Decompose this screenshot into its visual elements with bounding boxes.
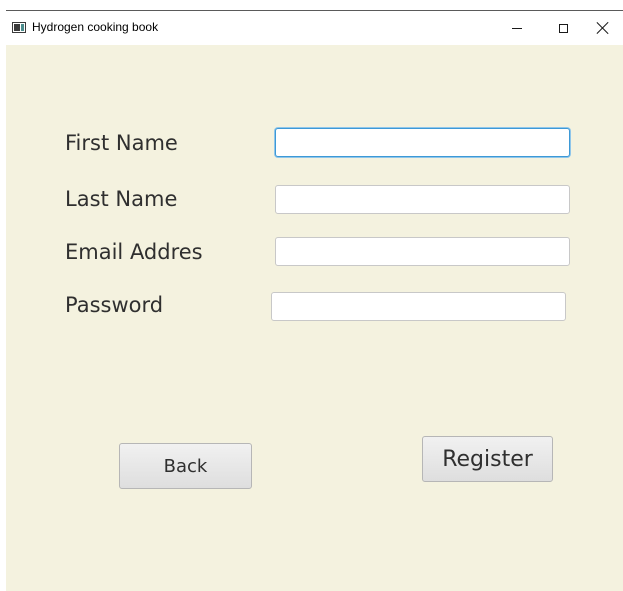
- window-title: Hydrogen cooking book: [32, 20, 159, 34]
- app-window: Hydrogen cooking book First Name Last Na…: [6, 10, 623, 591]
- back-button[interactable]: Back: [119, 443, 252, 489]
- minimize-button[interactable]: [494, 11, 540, 45]
- register-button[interactable]: Register: [422, 436, 553, 482]
- minimize-icon: [512, 27, 522, 29]
- password-field[interactable]: [271, 292, 566, 321]
- last-name-label: Last Name: [65, 187, 178, 211]
- email-label: Email Addres: [65, 240, 203, 264]
- email-field[interactable]: [275, 237, 570, 266]
- password-label: Password: [65, 293, 164, 317]
- last-name-field[interactable]: [275, 185, 570, 214]
- app-icon: [12, 22, 26, 33]
- registration-form: First Name Last Name Email Addres Passwo…: [6, 45, 623, 591]
- first-name-field[interactable]: [275, 128, 570, 157]
- title-bar[interactable]: Hydrogen cooking book: [6, 11, 623, 45]
- first-name-label: First Name: [65, 131, 178, 155]
- close-icon: [597, 22, 609, 34]
- maximize-icon: [558, 23, 568, 33]
- close-button[interactable]: [580, 11, 623, 45]
